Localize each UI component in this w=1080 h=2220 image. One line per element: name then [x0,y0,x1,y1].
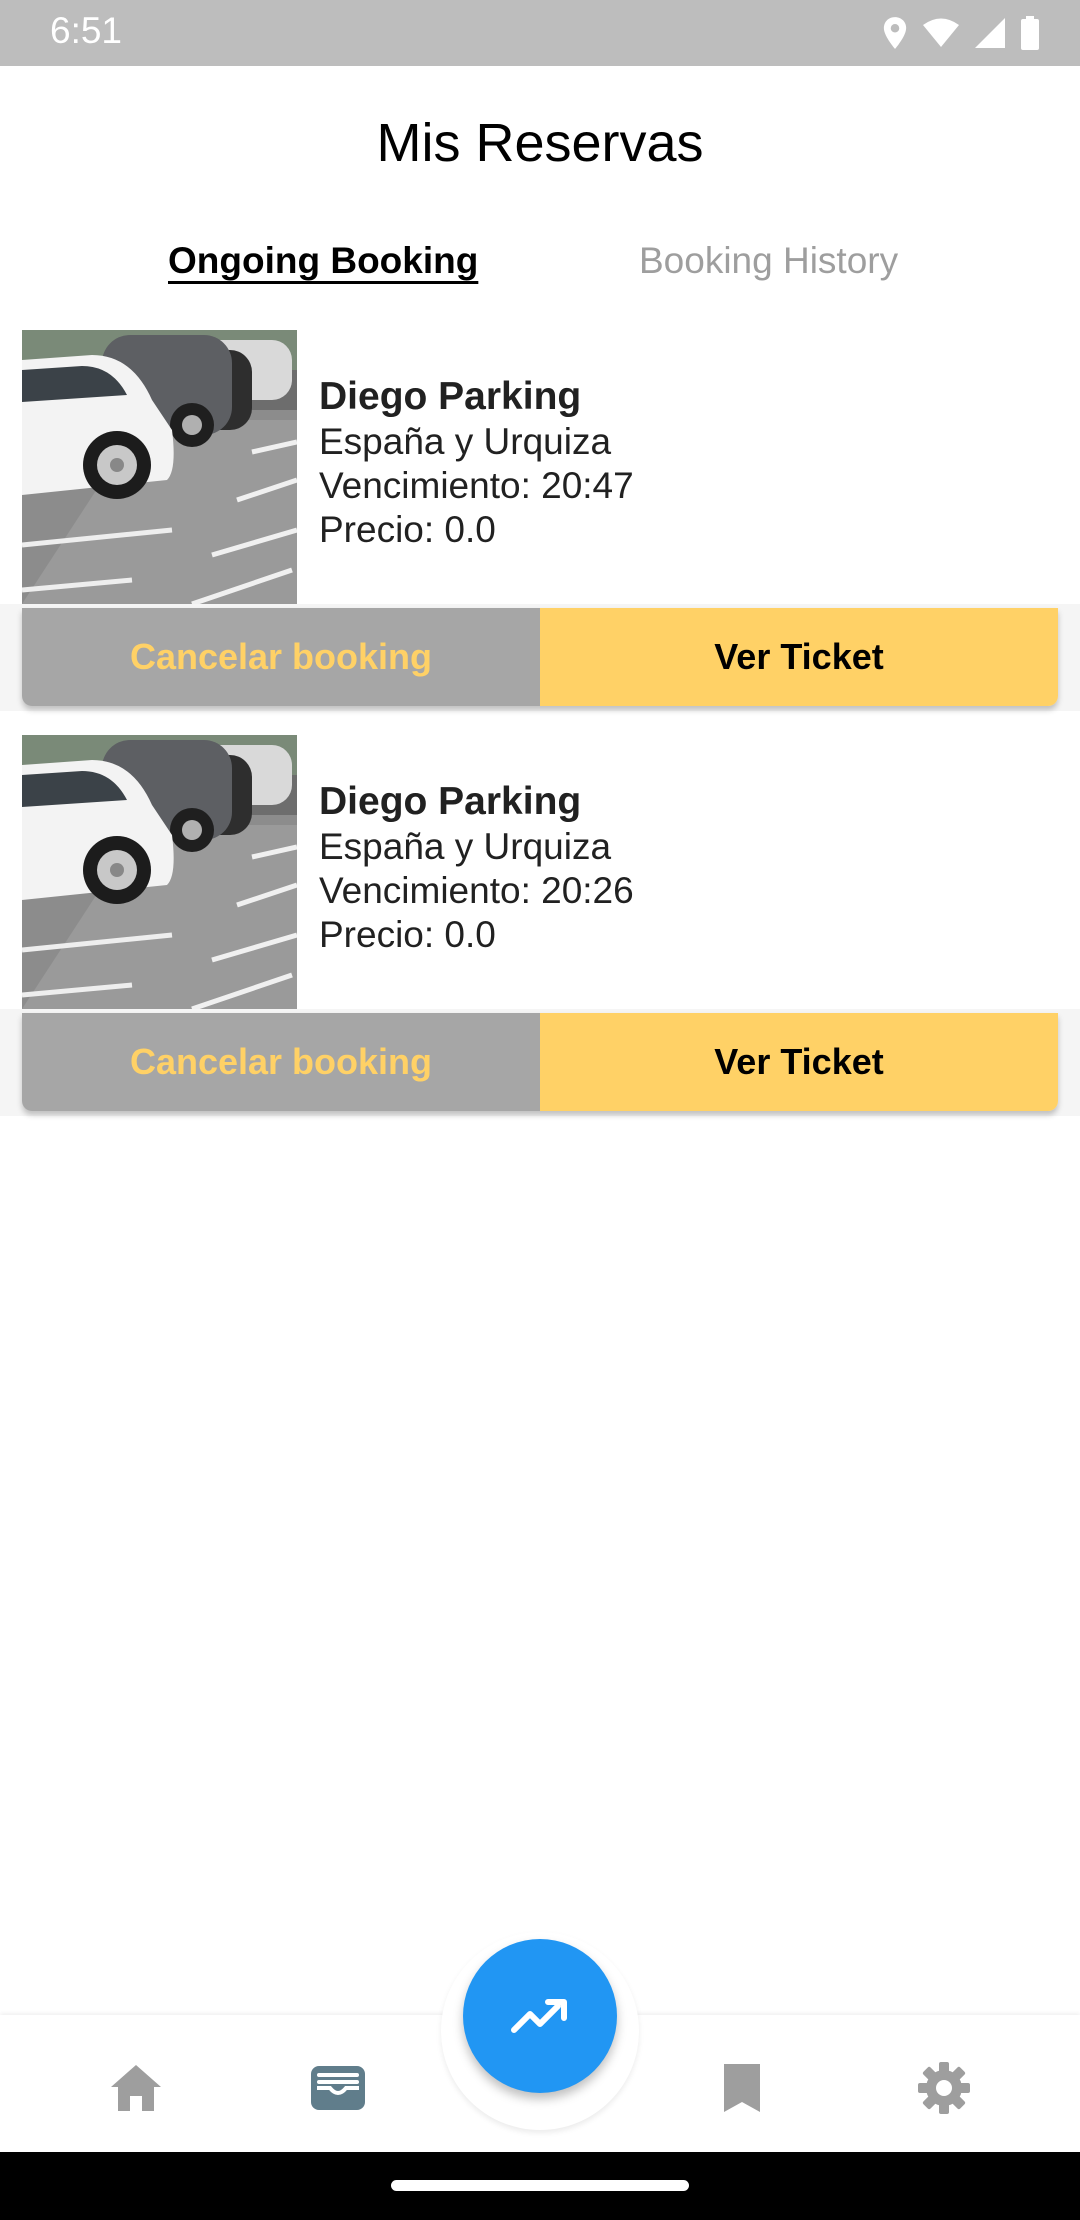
tab-ongoing-booking[interactable]: Ongoing Booking [168,240,478,282]
page-title: Mis Reservas [376,113,704,173]
trending-fab-button[interactable] [463,1939,617,2093]
booking-info: Diego Parking España y Urquiza Vencimien… [319,779,634,957]
battery-icon [1021,16,1039,50]
parking-address: España y Urquiza [319,421,612,462]
status-icons [882,15,1040,51]
trending-up-icon [511,1999,567,2033]
wallet-icon [311,2066,365,2110]
booking-expiry: Vencimiento: 20:26 [319,870,634,911]
parking-name: Diego Parking [319,375,582,418]
booking-info: Diego Parking España y Urquiza Vencimien… [319,374,634,552]
parking-image [22,330,297,604]
home-gesture-handle[interactable] [391,2180,689,2191]
booking-expiry: Vencimiento: 20:47 [319,465,634,506]
cancel-booking-button[interactable]: Cancelar booking [22,608,540,706]
parking-address: España y Urquiza [319,826,612,867]
home-icon [111,2065,161,2111]
nav-settings[interactable] [916,2060,972,2116]
nav-wallet[interactable] [310,2060,366,2116]
view-ticket-button[interactable]: Ver Ticket [540,608,1058,706]
settings-icon [918,2062,970,2114]
wifi-icon [923,18,959,47]
booking-actions: Cancelar booking Ver Ticket [22,1013,1058,1111]
nav-bookmarks[interactable] [714,2060,770,2116]
tab-booking-history[interactable]: Booking History [639,240,898,282]
booking-card: Diego Parking España y Urquiza Vencimien… [0,330,1080,711]
bookmark-icon [724,2064,760,2112]
booking-price: Precio: 0.0 [319,509,496,550]
location-icon [883,17,907,49]
booking-card: Diego Parking España y Urquiza Vencimien… [0,735,1080,1116]
status-bar: 6:51 [0,0,1080,66]
view-ticket-button[interactable]: Ver Ticket [540,1013,1058,1111]
parking-name: Diego Parking [319,780,582,823]
cancel-booking-button[interactable]: Cancelar booking [22,1013,540,1111]
status-time: 6:51 [50,10,123,51]
signal-icon [975,18,1005,48]
parking-image [22,735,297,1009]
nav-home[interactable] [108,2060,164,2116]
booking-actions: Cancelar booking Ver Ticket [22,608,1058,706]
booking-price: Precio: 0.0 [319,914,496,955]
